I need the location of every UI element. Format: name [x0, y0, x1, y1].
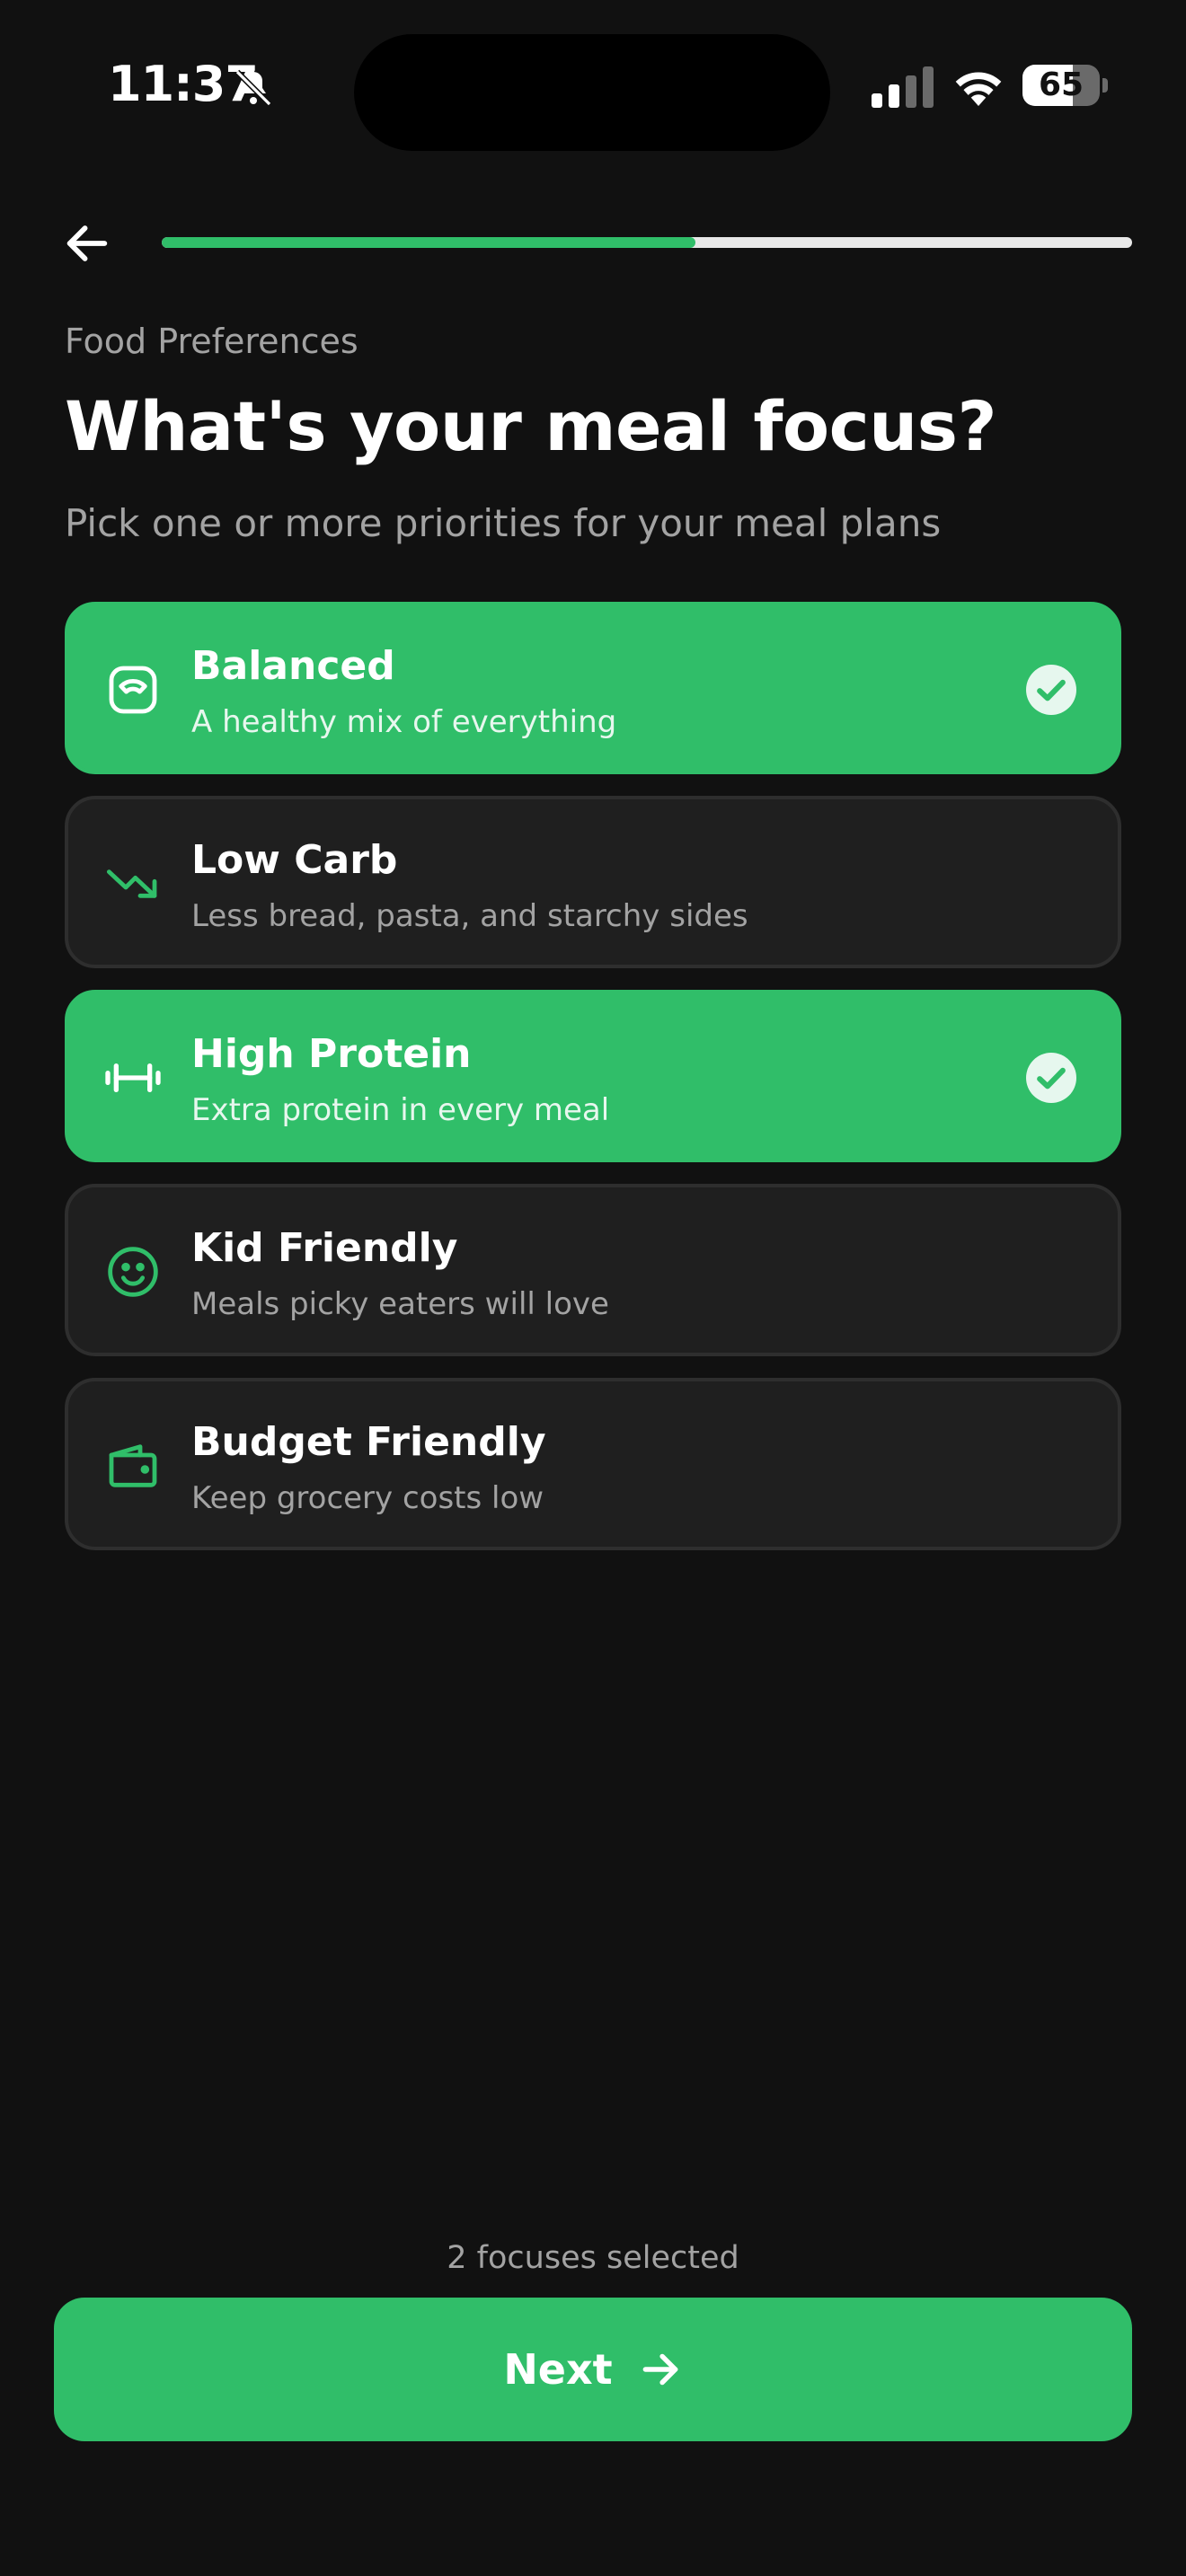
option-label: Low Carb — [191, 837, 398, 883]
option-description: Meals picky eaters will love — [191, 1286, 609, 1322]
back-button[interactable] — [56, 212, 119, 275]
option-label: High Protein — [191, 1031, 472, 1077]
check-circle-icon — [1026, 1053, 1076, 1103]
page-title: What's your meal focus? — [65, 386, 997, 466]
smile-icon — [108, 1247, 158, 1297]
option-description: Keep grocery costs low — [191, 1480, 544, 1516]
status-bar: 11:37 65 — [0, 0, 1186, 171]
option-description: A healthy mix of everything — [191, 704, 617, 740]
trending-down-icon — [106, 869, 157, 898]
wifi-icon — [955, 72, 1002, 106]
battery-icon: 65 — [1022, 65, 1109, 106]
option-description: Extra protein in every meal — [191, 1092, 610, 1128]
arrow-right-icon — [642, 2353, 678, 2386]
battery-level: 65 — [1038, 66, 1084, 103]
option-balanced[interactable]: Balanced A healthy mix of everything — [65, 602, 1121, 774]
option-label: Kid Friendly — [191, 1225, 458, 1271]
dumbbell-icon — [105, 1063, 161, 1092]
page-subtitle: Pick one or more priorities for your mea… — [65, 501, 942, 545]
step-category: Food Preferences — [65, 322, 358, 361]
scale-icon — [109, 666, 157, 714]
wallet-icon — [109, 1444, 157, 1487]
arrow-left-icon — [66, 225, 108, 261]
option-list: Balanced A healthy mix of everything Low… — [65, 602, 1121, 1572]
option-kid-friendly[interactable]: Kid Friendly Meals picky eaters will lov… — [65, 1184, 1121, 1356]
bell-slash-icon — [235, 69, 272, 107]
dynamic-island — [354, 34, 830, 151]
option-description: Less bread, pasta, and starchy sides — [191, 898, 748, 934]
progress-fill — [162, 237, 695, 248]
option-low-carb[interactable]: Low Carb Less bread, pasta, and starchy … — [65, 796, 1121, 968]
next-button-label: Next — [503, 2345, 613, 2394]
check-circle-icon — [1026, 665, 1076, 715]
option-label: Balanced — [191, 643, 395, 689]
option-label: Budget Friendly — [191, 1419, 546, 1465]
selection-count: 2 focuses selected — [447, 2240, 739, 2276]
option-high-protein[interactable]: High Protein Extra protein in every meal — [65, 990, 1121, 1162]
signal-icon — [872, 66, 934, 108]
next-button[interactable]: Next — [54, 2298, 1132, 2441]
option-budget-friendly[interactable]: Budget Friendly Keep grocery costs low — [65, 1378, 1121, 1550]
progress-bar — [162, 237, 1132, 248]
